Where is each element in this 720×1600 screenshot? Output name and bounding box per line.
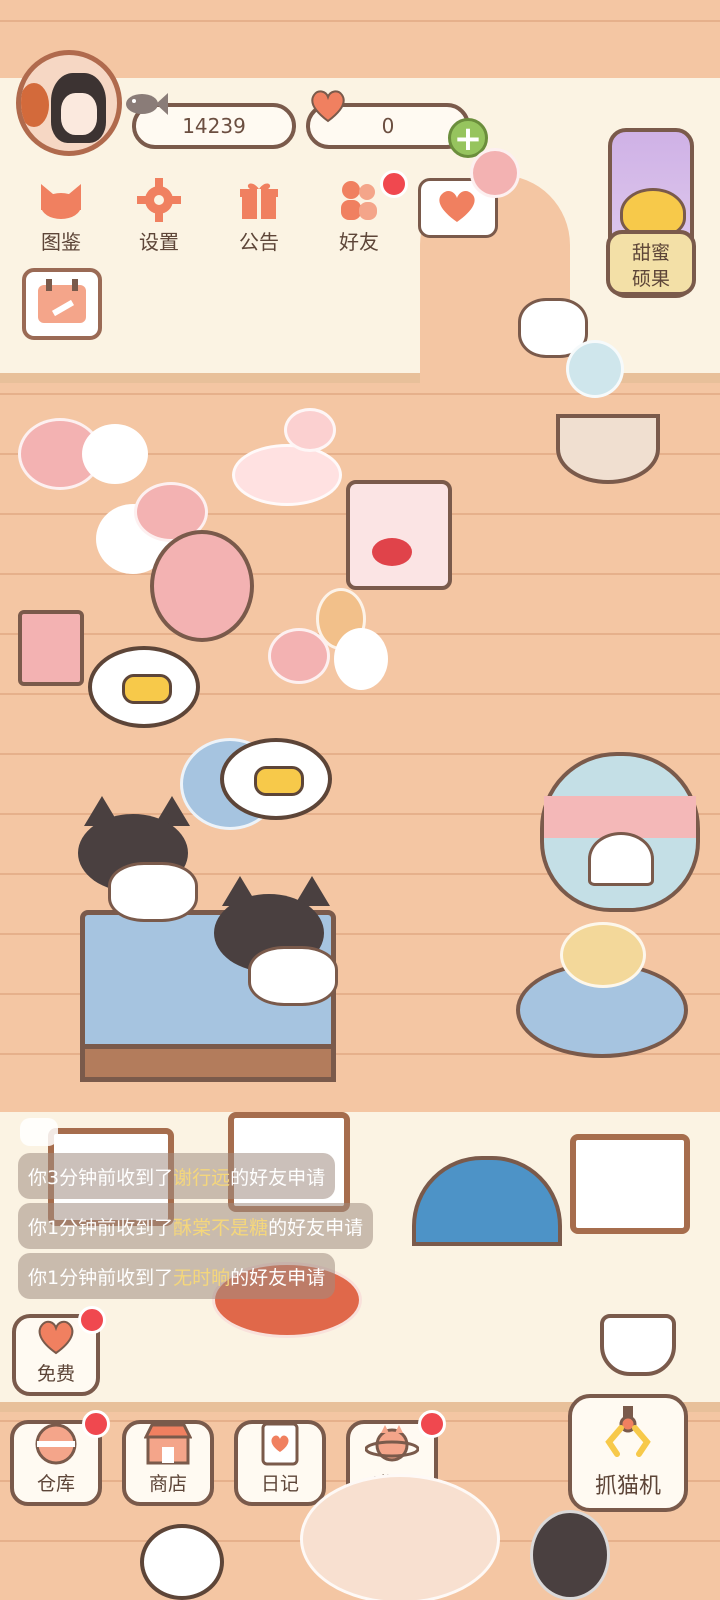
avatar-face bbox=[61, 93, 97, 135]
jam-jar-cherry bbox=[334, 628, 388, 690]
free-label: 免费 bbox=[36, 1363, 75, 1385]
ice-cream-bowl bbox=[284, 408, 336, 452]
notice-suffix: 的好友申请 bbox=[230, 1166, 326, 1189]
menu-label: 公告 bbox=[239, 230, 279, 254]
parasol-decor bbox=[150, 530, 254, 642]
notice-prefix: 你3分钟前收到了 bbox=[28, 1166, 174, 1189]
shop-label: 商店 bbox=[148, 1473, 187, 1495]
menu-label: 好友 bbox=[339, 230, 379, 254]
notice-suffix: 的好友申请 bbox=[268, 1216, 364, 1239]
milk-carton-house[interactable] bbox=[346, 480, 452, 590]
fish-icon bbox=[124, 86, 168, 122]
broken-heart-icon bbox=[434, 188, 480, 228]
claw-icon bbox=[603, 1406, 653, 1462]
friends-badge bbox=[380, 170, 408, 198]
planet-cat-icon bbox=[364, 1423, 420, 1465]
claw-machine-button[interactable]: 抓猫机 bbox=[568, 1394, 688, 1512]
cake-slice bbox=[268, 628, 330, 684]
player-avatar[interactable] bbox=[16, 50, 122, 156]
cat-body bbox=[248, 946, 338, 1006]
heart-value: 0 bbox=[381, 114, 395, 138]
calendar-pencil-icon bbox=[36, 279, 88, 329]
menu-label: 图鉴 bbox=[41, 230, 81, 254]
sushi-bubble-bottom bbox=[140, 1524, 224, 1600]
sakura-decor bbox=[470, 148, 520, 198]
menu-announcement[interactable]: 公告 bbox=[216, 178, 302, 258]
shop-button[interactable]: 商店 bbox=[122, 1420, 214, 1506]
fish-coin-value: 14239 bbox=[182, 114, 246, 138]
sushi-icon bbox=[122, 674, 172, 704]
cat-body bbox=[108, 862, 198, 922]
grey-cat-2[interactable] bbox=[214, 876, 364, 1006]
black-cat-partial bbox=[530, 1510, 610, 1600]
sweet-label-line1: 甜蜜 bbox=[631, 242, 670, 264]
egg-door bbox=[588, 832, 654, 886]
egg-basket bbox=[556, 414, 660, 484]
avatar-cat bbox=[21, 83, 49, 127]
plate-decor bbox=[82, 424, 148, 484]
notice-prefix: 你1分钟前收到了 bbox=[28, 1266, 174, 1289]
cherry-icon bbox=[372, 538, 412, 566]
meow-circle-badge bbox=[418, 1410, 446, 1438]
warehouse-icon bbox=[28, 1423, 84, 1465]
golden-scale bbox=[560, 922, 646, 988]
warehouse-badge bbox=[82, 1410, 110, 1438]
heart-icon bbox=[28, 1318, 84, 1355]
notice-suffix: 的好友申请 bbox=[230, 1266, 326, 1289]
pink-book bbox=[18, 610, 84, 686]
heart-icon bbox=[306, 88, 350, 124]
friend-request-notice[interactable]: 你3分钟前收到了 谢行远 的好友申请 bbox=[18, 1153, 336, 1199]
claw-machine-label: 抓猫机 bbox=[594, 1474, 661, 1499]
menu-settings[interactable]: 设置 bbox=[116, 178, 202, 258]
chat-toggle-button[interactable] bbox=[20, 1118, 58, 1146]
notice-username: 无时晌 bbox=[173, 1266, 231, 1289]
cat-with-flowers bbox=[300, 1474, 500, 1600]
menu-collection[interactable]: 图鉴 bbox=[18, 178, 104, 258]
easter-egg-cat-house[interactable] bbox=[540, 752, 700, 912]
balloon bbox=[566, 340, 624, 398]
diary-label: 日记 bbox=[260, 1473, 299, 1495]
grey-cat-1[interactable] bbox=[78, 796, 218, 922]
sweet-harvest-label[interactable]: 甜蜜 硕果 bbox=[606, 230, 696, 296]
notice-prefix: 你1分钟前收到了 bbox=[28, 1216, 174, 1239]
diary-book-icon bbox=[252, 1422, 308, 1466]
notice-username: 酥棠不是糖 bbox=[173, 1216, 269, 1239]
dessert-plate bbox=[232, 444, 342, 506]
koi-fish-painting bbox=[570, 1134, 690, 1234]
gear-icon bbox=[133, 178, 185, 222]
gift-icon bbox=[233, 178, 285, 222]
friend-request-notice[interactable]: 你1分钟前收到了 酥棠不是糖 的好友申请 bbox=[18, 1203, 374, 1249]
friends-icon bbox=[333, 178, 385, 222]
friend-request-notice[interactable]: 你1分钟前收到了 无时晌 的好友申请 bbox=[18, 1253, 336, 1299]
bed-frame bbox=[80, 1044, 336, 1082]
cat-face-icon bbox=[35, 178, 87, 222]
warehouse-label: 仓库 bbox=[36, 1473, 75, 1495]
cat-request-bubble-2[interactable] bbox=[220, 738, 332, 820]
menu-label: 设置 bbox=[139, 230, 179, 254]
claw-machine-top bbox=[600, 1314, 676, 1376]
cat-request-bubble[interactable] bbox=[88, 646, 200, 728]
sweet-label-line2: 硕果 bbox=[631, 268, 670, 290]
shop-icon bbox=[140, 1423, 196, 1465]
diary-button[interactable]: 日记 bbox=[234, 1420, 326, 1506]
notice-username: 谢行远 bbox=[173, 1166, 231, 1189]
sushi-icon bbox=[254, 766, 304, 796]
calendar-button[interactable] bbox=[22, 268, 102, 340]
free-badge bbox=[78, 1306, 106, 1334]
